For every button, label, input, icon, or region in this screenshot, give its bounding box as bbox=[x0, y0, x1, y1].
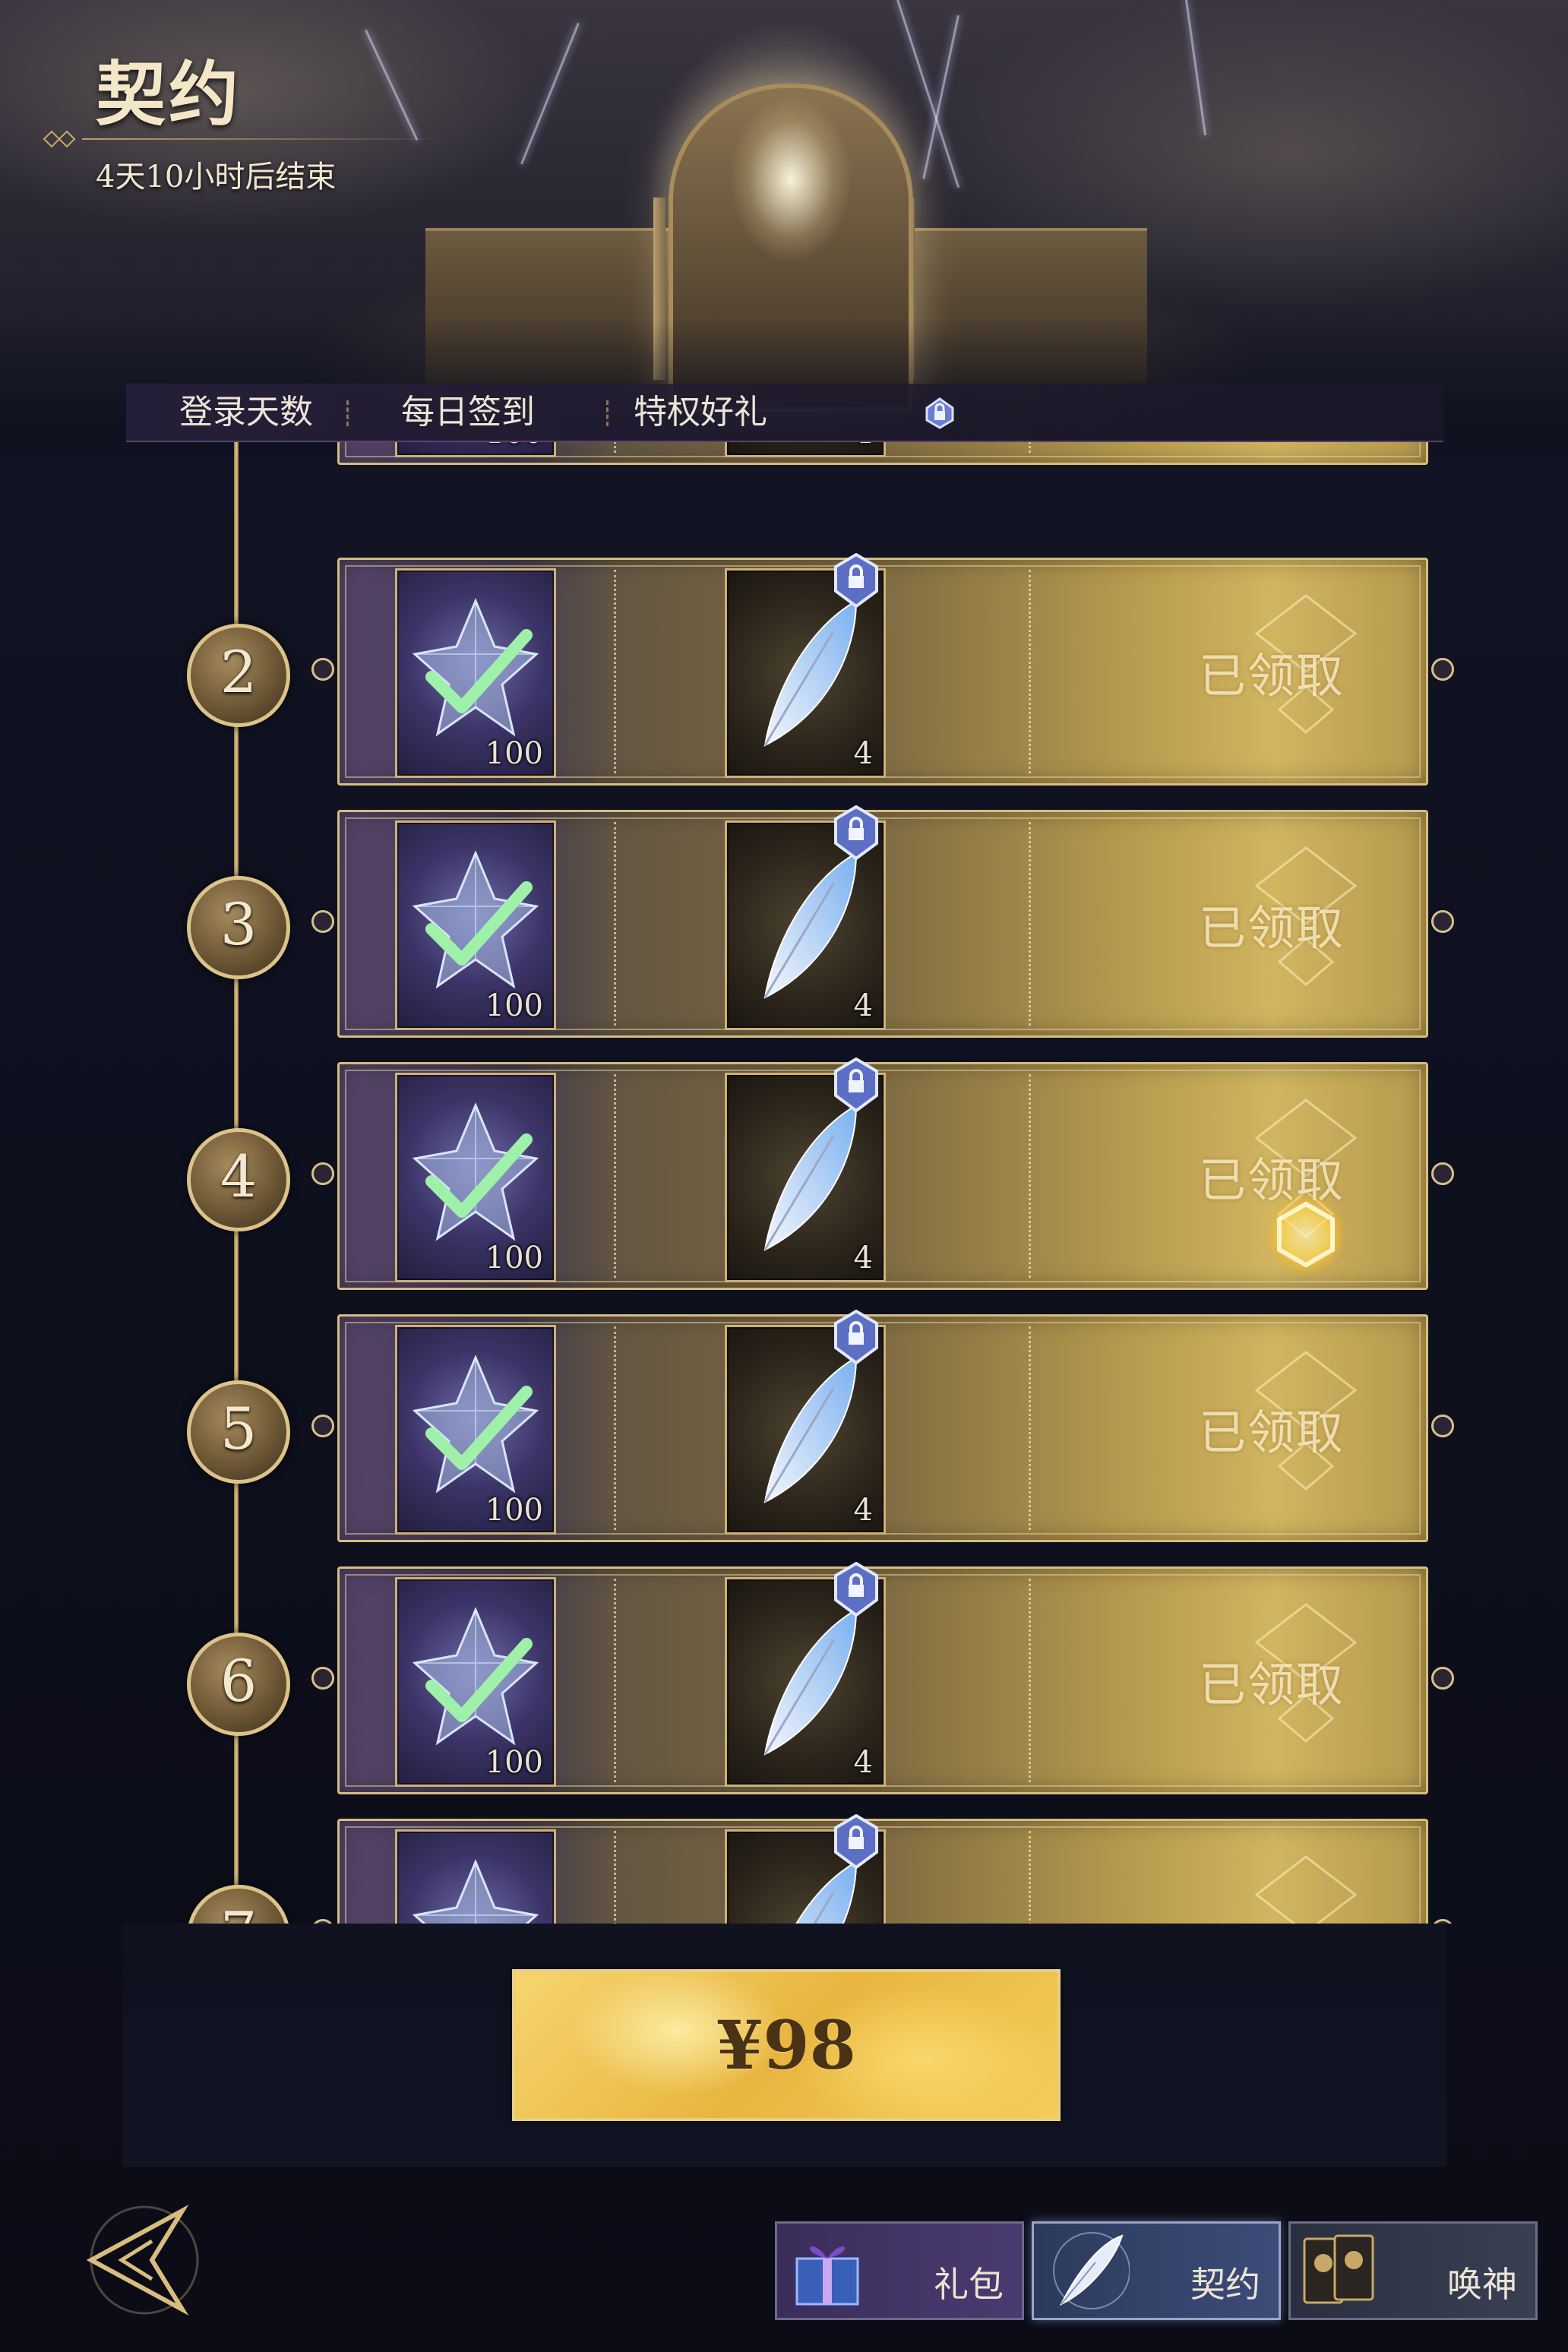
check-icon bbox=[425, 881, 533, 966]
reward-row[interactable]: 100 4 bbox=[337, 442, 1428, 465]
purchase-button[interactable]: ¥98 bbox=[512, 1969, 1061, 2121]
feather-icon bbox=[763, 599, 858, 747]
ornament-icon bbox=[1254, 1855, 1358, 1924]
row-connector bbox=[311, 910, 334, 933]
day-number-badge: 7 bbox=[187, 1885, 290, 1924]
nav-contract-label: 契约 bbox=[1190, 2264, 1260, 2305]
row-connector bbox=[311, 658, 334, 681]
day-number-badge: 5 bbox=[187, 1380, 290, 1484]
claimed-status: 已领取 bbox=[1199, 648, 1345, 703]
star-crystal-icon bbox=[412, 1859, 539, 1924]
day-number-badge: 4 bbox=[187, 1128, 290, 1231]
feather-icon bbox=[763, 1356, 858, 1503]
nav-summon-label: 唤神 bbox=[1447, 2264, 1517, 2305]
premium-reward-qty: 4 bbox=[853, 736, 873, 771]
free-reward-card[interactable]: 100 bbox=[395, 1325, 556, 1535]
check-icon bbox=[425, 629, 533, 713]
purchase-price: ¥98 bbox=[716, 2006, 856, 2085]
premium-reward-qty: 4 bbox=[853, 1745, 873, 1780]
premium-reward-qty: 4 bbox=[853, 1493, 873, 1528]
free-reward-card[interactable]: 100 bbox=[395, 820, 556, 1030]
feather-icon bbox=[763, 852, 858, 999]
free-reward-qty: 100 bbox=[485, 736, 543, 771]
claimed-status: 已领取 bbox=[1199, 900, 1345, 956]
row-connector bbox=[1431, 1162, 1454, 1185]
check-icon bbox=[425, 1638, 533, 1722]
reward-list[interactable]: 100 4 已领取 2 100 4 已领取 3 100 4 已领取 4 100 … bbox=[0, 442, 1568, 1924]
feather-icon bbox=[763, 1608, 858, 1756]
free-reward-qty: 100 bbox=[485, 1241, 543, 1276]
glow-hexagon-icon bbox=[1265, 1193, 1347, 1276]
free-reward-card[interactable]: 100 bbox=[395, 1073, 556, 1282]
feather-icon bbox=[763, 1104, 858, 1251]
free-reward-card[interactable]: 100 bbox=[395, 1577, 556, 1787]
lock-icon bbox=[834, 1814, 878, 1869]
reward-row[interactable]: 100 4 bbox=[311, 1310, 1454, 1542]
row-connector bbox=[1431, 658, 1454, 681]
quill-icon bbox=[1053, 2232, 1130, 2309]
reward-row[interactable]: 100 4 bbox=[311, 553, 1454, 786]
back-arrow-icon[interactable] bbox=[61, 2196, 205, 2325]
nav-tab-gift[interactable]: 礼包 bbox=[775, 2221, 1024, 2320]
free-reward-qty: 100 bbox=[485, 442, 543, 450]
reward-row[interactable] bbox=[311, 1814, 1454, 1924]
day-number-badge: 3 bbox=[187, 876, 290, 979]
lock-icon bbox=[834, 1562, 878, 1617]
claimed-status: 已领取 bbox=[1199, 1657, 1345, 1712]
row-connector bbox=[1431, 1667, 1454, 1690]
page-title: 契约 bbox=[96, 53, 242, 135]
day-number-badge: 2 bbox=[187, 624, 290, 727]
free-reward-card[interactable]: 100 bbox=[395, 442, 556, 457]
row-connector bbox=[311, 1415, 334, 1437]
row-connector bbox=[311, 1667, 334, 1690]
nav-tab-contract[interactable]: 契约 bbox=[1032, 2221, 1281, 2320]
premium-reward-card[interactable]: 4 bbox=[725, 442, 886, 457]
premium-reward-qty: 4 bbox=[854, 442, 873, 450]
check-icon bbox=[425, 1386, 533, 1470]
tab-privilege-gift[interactable]: 特权好礼 bbox=[634, 384, 767, 441]
lock-icon bbox=[834, 553, 878, 608]
free-reward-qty: 100 bbox=[485, 1745, 543, 1780]
row-connector bbox=[1431, 1415, 1454, 1437]
gift-box-icon bbox=[795, 2246, 859, 2306]
day-number-badge: 6 bbox=[187, 1633, 290, 1736]
reward-row[interactable]: 100 4 bbox=[311, 805, 1454, 1038]
premium-reward-qty: 4 bbox=[853, 988, 873, 1023]
column-tabs: 登录天数 每日签到 特权好礼 bbox=[126, 384, 1443, 442]
tab-login-days[interactable]: 登录天数 bbox=[179, 384, 313, 441]
nav-gift-label: 礼包 bbox=[934, 2264, 1004, 2305]
event-countdown: 4天10小时后结束 bbox=[96, 160, 337, 194]
claimed-status: 已领取 bbox=[1199, 1405, 1345, 1460]
free-reward-card[interactable] bbox=[395, 1829, 556, 1924]
row-connector bbox=[311, 1162, 334, 1185]
check-icon bbox=[425, 1133, 533, 1218]
purchase-panel: ¥98 bbox=[123, 1924, 1446, 2167]
lock-icon bbox=[834, 1057, 878, 1112]
free-reward-qty: 100 bbox=[485, 988, 543, 1023]
tab-daily-checkin[interactable]: 每日签到 bbox=[401, 384, 535, 441]
lock-icon bbox=[834, 805, 878, 860]
free-reward-card[interactable]: 100 bbox=[395, 568, 556, 778]
lock-icon bbox=[925, 397, 954, 429]
free-reward-qty: 100 bbox=[485, 1493, 543, 1528]
lock-icon bbox=[834, 1310, 878, 1364]
contract-page: 契约 4天10小时后结束 登录天数 每日签到 特权好礼 100 4 已领取 2 … bbox=[0, 0, 1568, 2352]
diamond-ornament-icon bbox=[43, 130, 76, 148]
summon-cards-icon bbox=[1303, 2234, 1374, 2304]
nav-tab-summon[interactable]: 唤神 bbox=[1288, 2221, 1538, 2320]
row-connector bbox=[1431, 910, 1454, 933]
premium-reward-qty: 4 bbox=[853, 1241, 873, 1276]
reward-row[interactable]: 100 4 bbox=[311, 1562, 1454, 1794]
